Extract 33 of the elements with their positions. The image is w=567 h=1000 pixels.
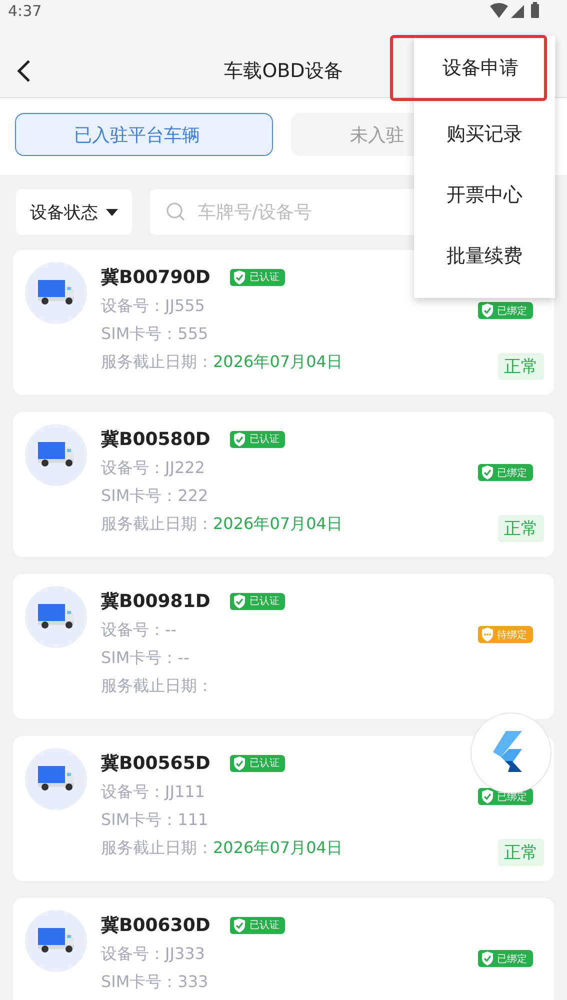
bind-badge: 待绑定: [478, 626, 533, 643]
service-end-date: 服务截止日期：2026年07月04日: [101, 838, 342, 857]
device-number: 设备号：JJ111: [101, 782, 205, 801]
bind-badge: 已绑定: [478, 302, 533, 319]
sim-number: SIM卡号：333: [101, 972, 208, 991]
page-title: 车载OBD设备: [224, 59, 343, 84]
plate-number: 冀B00790D: [101, 266, 210, 289]
plate-number: 冀B00580D: [101, 428, 210, 451]
status-time: 4:37: [8, 2, 42, 20]
plate-number: 冀B00630D: [101, 914, 210, 937]
sim-number: SIM卡号：222: [101, 486, 208, 505]
service-end-date: 服务截止日期：: [101, 676, 213, 695]
service-end-date: 服务截止日期：2026年07月04日: [101, 514, 342, 533]
bind-badge: 已绑定: [478, 950, 533, 967]
plate-number: 冀B00565D: [101, 752, 210, 775]
status-tag: 正常: [498, 839, 544, 866]
status-tag: 正常: [498, 515, 544, 542]
verified-badge: 已认证: [230, 430, 286, 448]
service-end-date: 服务截止日期：2026年07月04日: [101, 352, 342, 371]
sim-number: SIM卡号：--: [101, 648, 190, 667]
device-number: 设备号：JJ222: [101, 458, 205, 477]
sim-number: SIM卡号：555: [101, 324, 208, 343]
bind-badge: 已绑定: [478, 464, 533, 481]
sim-number: SIM卡号：111: [101, 810, 208, 829]
device-number: 设备号：JJ555: [101, 296, 205, 315]
verified-badge: 已认证: [230, 268, 286, 286]
verified-badge: 已认证: [230, 916, 286, 934]
verified-badge: 已认证: [230, 754, 286, 772]
device-number: 设备号：JJ333: [101, 944, 205, 963]
status-tag: 正常: [498, 353, 544, 380]
plate-number: 冀B00981D: [101, 590, 210, 613]
verified-badge: 已认证: [230, 592, 286, 610]
device-number: 设备号：--: [101, 620, 177, 639]
